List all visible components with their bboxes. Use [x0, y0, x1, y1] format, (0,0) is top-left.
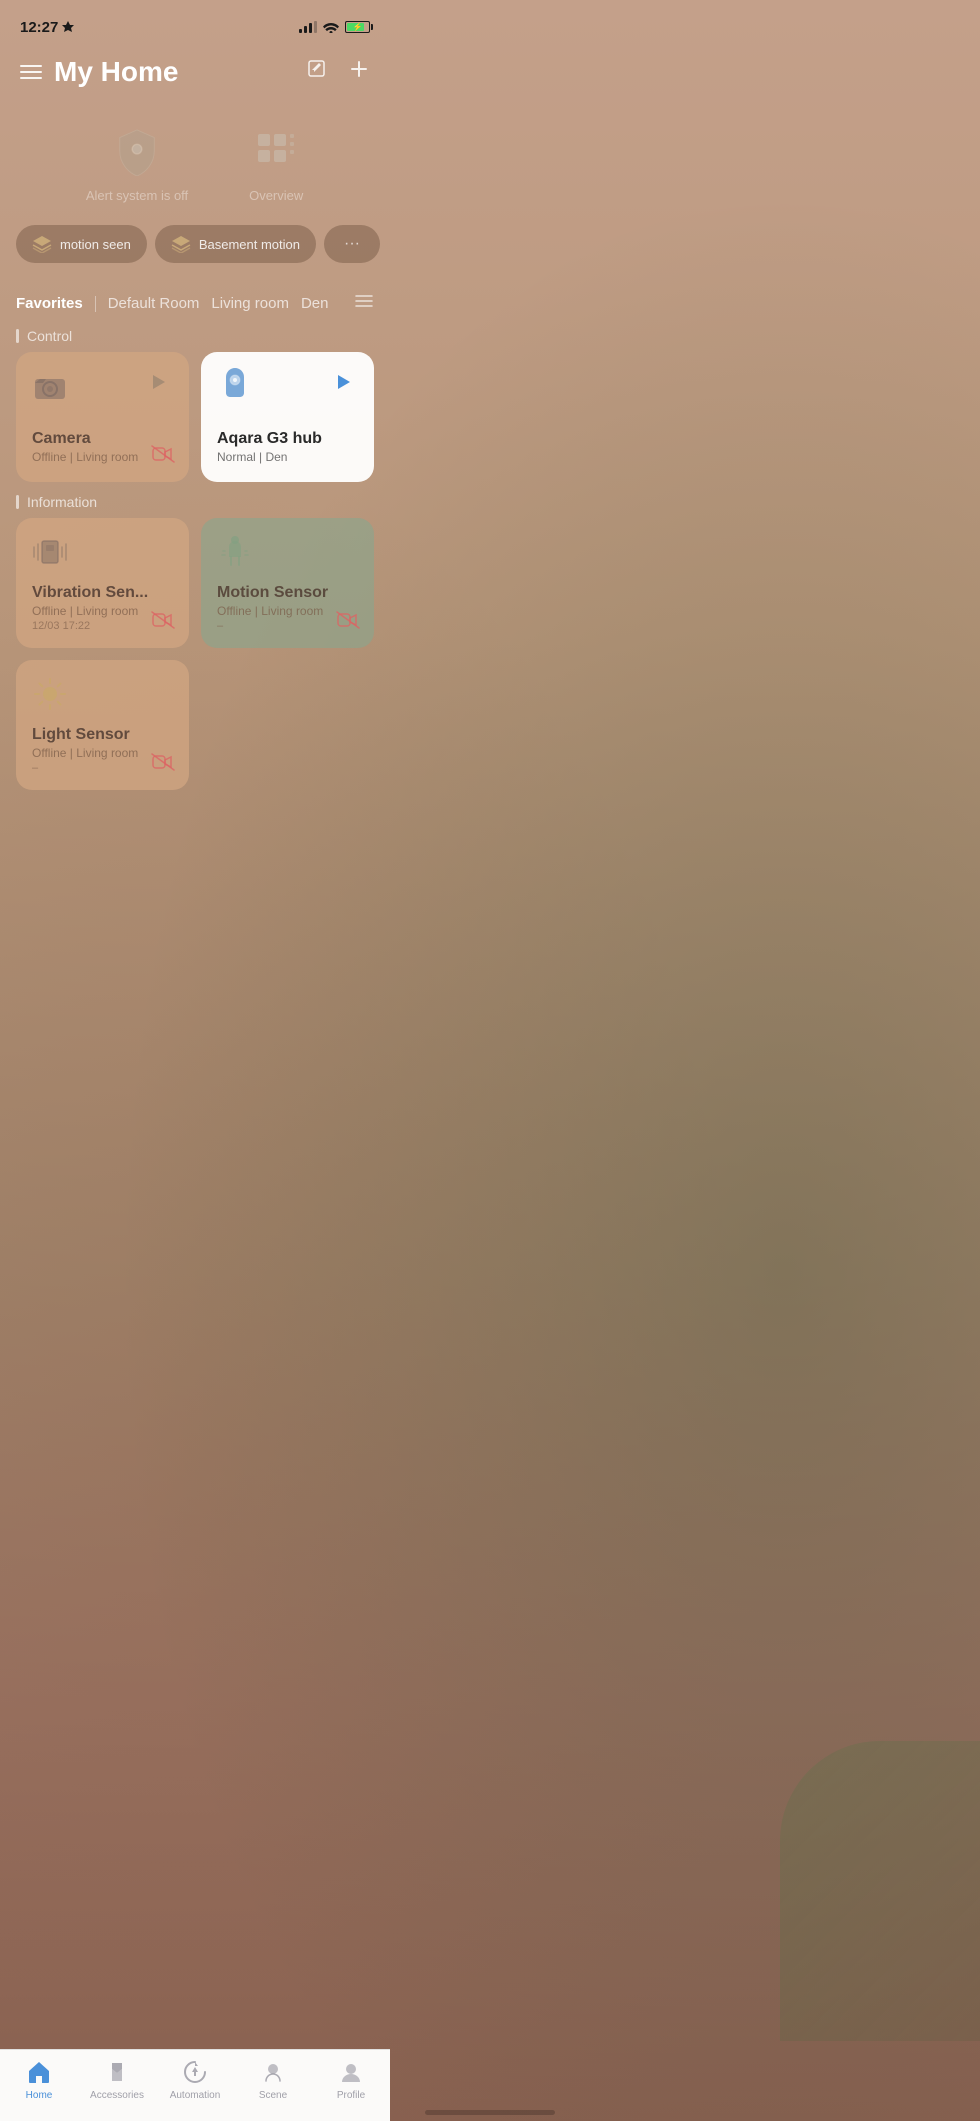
motion-icon: [217, 534, 253, 570]
chip-motion2-label: Basement motion: [199, 237, 300, 252]
light-sensor-card[interactable]: Light Sensor Offline | Living room –: [16, 660, 189, 790]
hub-icon: [217, 368, 253, 404]
tab-more-icon[interactable]: [354, 293, 374, 314]
light-icon: [32, 676, 68, 712]
vibration-icon: [32, 534, 68, 570]
control-label: Control: [27, 328, 72, 344]
overview-label: Overview: [249, 188, 303, 203]
motion-offline-icon: [336, 611, 360, 634]
light-sensor-name: Light Sensor: [32, 726, 173, 744]
tab-living-room[interactable]: Living room: [211, 291, 289, 316]
signal-icon: [299, 21, 317, 33]
home-nav-icon: [25, 2058, 53, 2086]
profile-nav-label: Profile: [337, 2090, 365, 2101]
information-cards-grid: Vibration Sen... Offline | Living room 1…: [0, 518, 390, 790]
nav-scene[interactable]: Scene: [234, 2058, 312, 2101]
tab-bar: Favorites Default Room Living room Den: [0, 275, 390, 316]
camera-offline-icon: [151, 445, 175, 468]
edit-icon[interactable]: [306, 58, 328, 86]
scene-nav-label: Scene: [259, 2090, 287, 2101]
alert-label: Alert system is off: [86, 188, 188, 203]
motion-name: Motion Sensor: [217, 584, 358, 602]
chip-motion2[interactable]: Basement motion: [155, 225, 316, 263]
aqara-hub-card[interactable]: Aqara G3 hub Normal | Den: [201, 352, 374, 482]
accessories-nav-icon: [103, 2058, 131, 2086]
nav-home[interactable]: Home: [0, 2058, 78, 2101]
alert-system-button[interactable]: Alert system is off: [86, 124, 188, 203]
menu-icon[interactable]: [20, 65, 42, 79]
control-cards-grid: Camera Offline | Living room: [0, 352, 390, 482]
overview-button[interactable]: Overview: [248, 124, 304, 203]
grid-icon: [248, 124, 304, 180]
tab-den[interactable]: Den: [301, 291, 329, 316]
automation-nav-label: Automation: [170, 2090, 221, 2101]
scene-nav-icon: [259, 2058, 287, 2086]
vibration-offline-icon: [151, 611, 175, 634]
home-indicator: [425, 2110, 555, 2115]
info-section-bar: [16, 495, 19, 509]
light-offline-icon: [151, 753, 175, 776]
wifi-icon: [323, 21, 339, 33]
nav-accessories[interactable]: Accessories: [78, 2058, 156, 2101]
layers-icon-2: [171, 235, 191, 253]
notification-chips: motion seen Basement motion ···: [0, 213, 390, 275]
chip-motion1-label: motion seen: [60, 237, 131, 252]
status-bar: 12:27 ⚡: [0, 0, 390, 48]
motion-card[interactable]: Motion Sensor Offline | Living room –: [201, 518, 374, 648]
tab-default-room[interactable]: Default Room: [108, 291, 200, 316]
status-time: 12:27: [20, 19, 74, 36]
chip-motion1[interactable]: motion seen: [16, 225, 147, 263]
nav-profile[interactable]: Profile: [312, 2058, 390, 2101]
profile-nav-icon: [337, 2058, 365, 2086]
home-nav-label: Home: [26, 2090, 53, 2101]
header: My Home: [0, 48, 390, 104]
camera-icon: [32, 368, 68, 404]
control-section-label: Control: [0, 316, 390, 352]
nav-automation[interactable]: Automation: [156, 2058, 234, 2101]
shield-icon: [109, 124, 165, 180]
battery-icon: ⚡: [345, 21, 370, 33]
vibration-card[interactable]: Vibration Sen... Offline | Living room 1…: [16, 518, 189, 648]
tab-favorites[interactable]: Favorites: [16, 291, 83, 316]
accessories-nav-label: Accessories: [90, 2090, 144, 2101]
information-label: Information: [27, 494, 97, 510]
section-bar: [16, 329, 19, 343]
hub-status: Normal | Den: [217, 450, 358, 464]
vibration-name: Vibration Sen...: [32, 584, 173, 602]
hub-name: Aqara G3 hub: [217, 430, 358, 448]
location-icon: [62, 21, 74, 33]
bottom-nav: Home Accessories Automation: [0, 2049, 390, 2121]
chip-more[interactable]: ···: [324, 225, 380, 263]
camera-card[interactable]: Camera Offline | Living room: [16, 352, 189, 482]
home-title: My Home: [54, 56, 178, 88]
quick-actions: Alert system is off Overview: [0, 104, 390, 213]
status-icons: ⚡: [299, 21, 370, 33]
hub-play-button[interactable]: [330, 368, 358, 396]
camera-play-button[interactable]: [145, 368, 173, 396]
layers-icon: [32, 235, 52, 253]
automation-nav-icon: [181, 2058, 209, 2086]
tab-separator: [95, 296, 96, 312]
add-icon[interactable]: [348, 58, 370, 86]
information-section-label: Information: [0, 482, 390, 518]
